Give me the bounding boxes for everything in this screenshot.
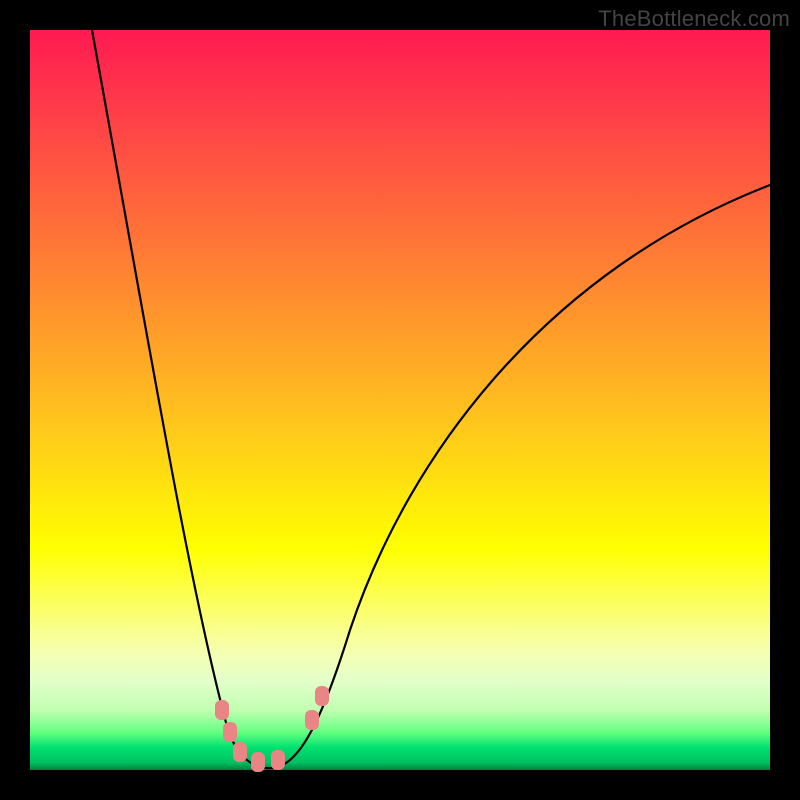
data-point	[251, 752, 265, 772]
data-point	[271, 750, 285, 770]
data-point	[223, 722, 237, 742]
data-point	[215, 700, 229, 720]
curve-svg	[30, 30, 770, 770]
data-point	[315, 686, 329, 706]
bottleneck-curve	[92, 30, 770, 768]
watermark-text: TheBottleneck.com	[598, 6, 790, 32]
data-point	[305, 710, 319, 730]
data-point	[233, 742, 247, 762]
